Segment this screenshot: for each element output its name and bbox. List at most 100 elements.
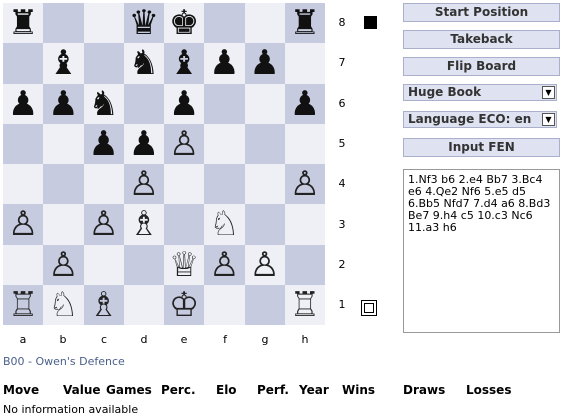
- square-b6[interactable]: ♟: [43, 83, 84, 124]
- square-c4[interactable]: [83, 164, 124, 205]
- square-b8[interactable]: [43, 3, 84, 44]
- square-h1[interactable]: ♖: [284, 284, 325, 325]
- book-select[interactable]: Huge Book ▼: [403, 84, 557, 101]
- chess-piece-icon[interactable]: ♗: [129, 207, 159, 241]
- chess-piece-icon[interactable]: ♞: [129, 46, 159, 80]
- square-g3[interactable]: [244, 204, 285, 245]
- square-a2[interactable]: [3, 244, 44, 285]
- chess-piece-icon[interactable]: ♙: [88, 207, 118, 241]
- square-c7[interactable]: [83, 43, 124, 84]
- square-a5[interactable]: [3, 123, 44, 164]
- square-f1[interactable]: [204, 284, 245, 325]
- takeback-button[interactable]: Takeback: [403, 30, 560, 49]
- square-h7[interactable]: [284, 43, 325, 84]
- square-e8[interactable]: ♚: [164, 3, 205, 44]
- chess-piece-icon[interactable]: ♕: [169, 248, 199, 282]
- chess-piece-icon[interactable]: ♙: [290, 167, 320, 201]
- square-c2[interactable]: [83, 244, 124, 285]
- square-e2[interactable]: ♕: [164, 244, 205, 285]
- square-f4[interactable]: [204, 164, 245, 205]
- square-g6[interactable]: [244, 83, 285, 124]
- chess-piece-icon[interactable]: ♘: [209, 207, 239, 241]
- square-h4[interactable]: ♙: [284, 164, 325, 205]
- chess-piece-icon[interactable]: ♟: [290, 87, 320, 121]
- square-g4[interactable]: [244, 164, 285, 205]
- square-c5[interactable]: ♟: [83, 123, 124, 164]
- chess-piece-icon[interactable]: ♔: [169, 288, 199, 322]
- square-g1[interactable]: [244, 284, 285, 325]
- square-e7[interactable]: ♝: [164, 43, 205, 84]
- square-c1[interactable]: ♗: [83, 284, 124, 325]
- square-b7[interactable]: ♝: [43, 43, 84, 84]
- square-f2[interactable]: ♙: [204, 244, 245, 285]
- chess-piece-icon[interactable]: ♜: [290, 6, 320, 40]
- flip-board-button[interactable]: Flip Board: [403, 57, 560, 76]
- chess-piece-icon[interactable]: ♛: [129, 6, 159, 40]
- square-b1[interactable]: ♘: [43, 284, 84, 325]
- square-d6[interactable]: [123, 83, 164, 124]
- square-a1[interactable]: ♖: [3, 284, 44, 325]
- chess-piece-icon[interactable]: ♝: [48, 46, 78, 80]
- square-a8[interactable]: ♜: [3, 3, 44, 44]
- chevron-down-icon[interactable]: ▼: [542, 113, 555, 126]
- chess-piece-icon[interactable]: ♙: [8, 207, 38, 241]
- square-d5[interactable]: ♟: [123, 123, 164, 164]
- square-h8[interactable]: ♜: [284, 3, 325, 44]
- chess-piece-icon[interactable]: ♗: [88, 288, 118, 322]
- square-d7[interactable]: ♞: [123, 43, 164, 84]
- square-e5[interactable]: ♙: [164, 123, 205, 164]
- square-g2[interactable]: ♙: [244, 244, 285, 285]
- chess-piece-icon[interactable]: ♜: [8, 6, 38, 40]
- square-a7[interactable]: [3, 43, 44, 84]
- square-e4[interactable]: [164, 164, 205, 205]
- square-g7[interactable]: ♟: [244, 43, 285, 84]
- chess-piece-icon[interactable]: ♙: [169, 127, 199, 161]
- chess-piece-icon[interactable]: ♟: [8, 87, 38, 121]
- square-a3[interactable]: ♙: [3, 204, 44, 245]
- square-h6[interactable]: ♟: [284, 83, 325, 124]
- square-f8[interactable]: [204, 3, 245, 44]
- square-h3[interactable]: [284, 204, 325, 245]
- square-d2[interactable]: [123, 244, 164, 285]
- chess-piece-icon[interactable]: ♞: [88, 87, 118, 121]
- input-fen-button[interactable]: Input FEN: [403, 138, 560, 157]
- chess-piece-icon[interactable]: ♚: [169, 6, 199, 40]
- chess-piece-icon[interactable]: ♙: [48, 248, 78, 282]
- chess-board[interactable]: ♜ ♛ ♚ ♜ ♝ ♞ ♝ ♟ ♟ ♟ ♟ ♞ ♟ ♟ ♟ ♟ ♙ ♙ ♙ ♙ ♙ ♗ ♘ ♙ ♕ ♙ ♙ ♖ ♘ ♗ ♔ ♖: [3, 3, 325, 325]
- square-d3[interactable]: ♗: [123, 204, 164, 245]
- square-f7[interactable]: ♟: [204, 43, 245, 84]
- chess-piece-icon[interactable]: ♝: [169, 46, 199, 80]
- square-e3[interactable]: [164, 204, 205, 245]
- chess-piece-icon[interactable]: ♟: [209, 46, 239, 80]
- square-c3[interactable]: ♙: [83, 204, 124, 245]
- chess-piece-icon[interactable]: ♟: [88, 127, 118, 161]
- move-list-textarea[interactable]: 1.Nf3 b6 2.e4 Bb7 3.Bc4 e6 4.Qe2 Nf6 5.e…: [403, 169, 560, 333]
- square-b3[interactable]: [43, 204, 84, 245]
- chess-piece-icon[interactable]: ♖: [8, 288, 38, 322]
- chess-piece-icon[interactable]: ♟: [48, 87, 78, 121]
- square-b2[interactable]: ♙: [43, 244, 84, 285]
- square-h2[interactable]: [284, 244, 325, 285]
- square-d8[interactable]: ♛: [123, 3, 164, 44]
- square-e6[interactable]: ♟: [164, 83, 205, 124]
- square-h5[interactable]: [284, 123, 325, 164]
- square-d1[interactable]: [123, 284, 164, 325]
- square-b4[interactable]: [43, 164, 84, 205]
- square-f5[interactable]: [204, 123, 245, 164]
- chess-piece-icon[interactable]: ♟: [169, 87, 199, 121]
- square-g8[interactable]: [244, 3, 285, 44]
- square-d4[interactable]: ♙: [123, 164, 164, 205]
- chess-piece-icon[interactable]: ♙: [129, 167, 159, 201]
- square-c6[interactable]: ♞: [83, 83, 124, 124]
- chess-piece-icon[interactable]: ♘: [48, 288, 78, 322]
- square-b5[interactable]: [43, 123, 84, 164]
- square-c8[interactable]: [83, 3, 124, 44]
- start-position-button[interactable]: Start Position: [403, 3, 560, 22]
- chess-piece-icon[interactable]: ♟: [129, 127, 159, 161]
- square-f3[interactable]: ♘: [204, 204, 245, 245]
- square-g5[interactable]: [244, 123, 285, 164]
- chevron-down-icon[interactable]: ▼: [542, 86, 555, 99]
- square-a4[interactable]: [3, 164, 44, 205]
- square-a6[interactable]: ♟: [3, 83, 44, 124]
- square-e1[interactable]: ♔: [164, 284, 205, 325]
